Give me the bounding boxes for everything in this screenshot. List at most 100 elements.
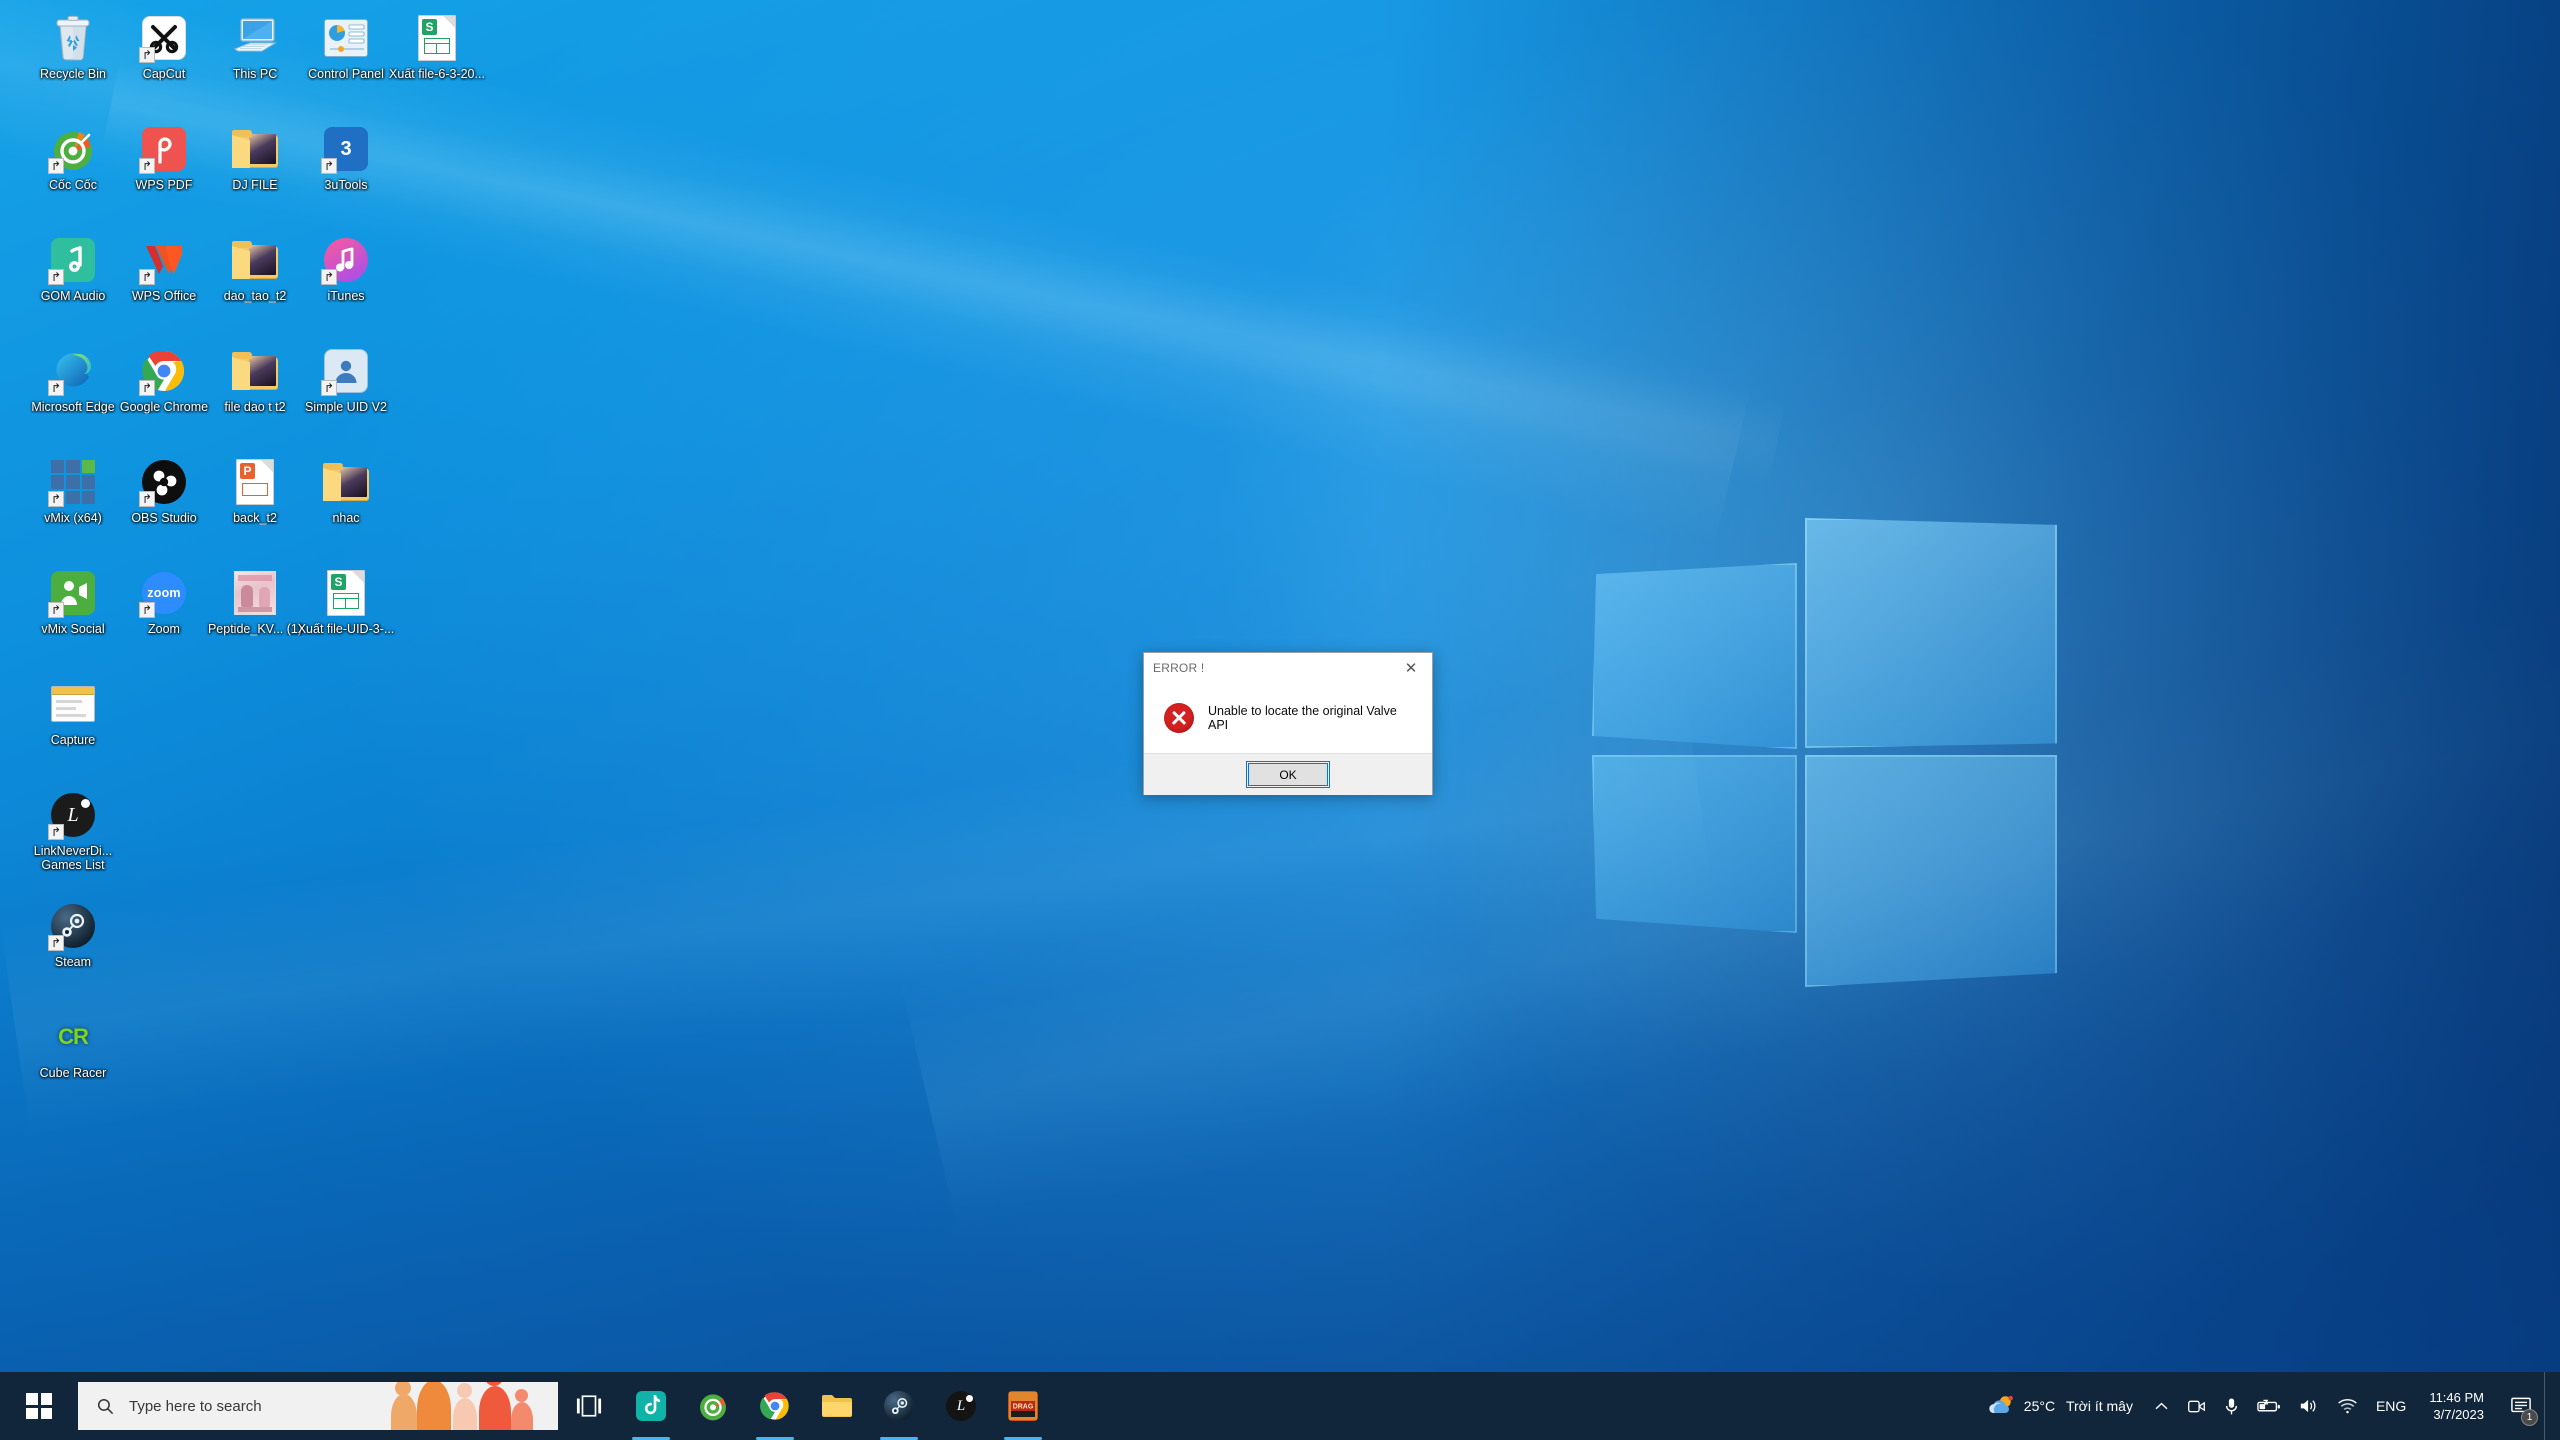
desktop-icon-label: 3uTools [289,178,403,192]
taskbar-button-linkneverdie[interactable]: L [930,1372,992,1440]
lnd-icon: L [945,1390,977,1422]
desktop-icon-folder-photo[interactable]: nhac [287,458,405,550]
folder-photo-icon [231,347,279,395]
desktop-icon-lnd[interactable]: L LinkNeverDi... Games List [14,791,132,883]
microphone-icon[interactable] [2215,1372,2248,1440]
wifi-icon[interactable] [2328,1372,2367,1440]
show-hidden-icons-button[interactable] [2145,1372,2178,1440]
windows-start-icon [26,1393,52,1419]
desktop-icon-simple-uid[interactable]: Simple UID V2 [287,347,405,439]
shortcut-arrow-icon [48,602,64,618]
sheets-file-icon: S [413,14,461,62]
capture-icon [49,680,97,728]
folder-icon [821,1390,853,1422]
volume-glyph [2299,1397,2319,1415]
weather-condition: Trời ít mây [2066,1398,2133,1414]
error-x-icon [1164,703,1194,733]
lnd-icon: L [49,791,97,839]
coccoc-icon [697,1390,729,1422]
vmix-icon [49,458,97,506]
desktop-icon-sheets-file[interactable]: S Xuất file-6-3-20... [378,14,496,106]
taskbar-button-file-explorer[interactable] [806,1372,868,1440]
chrome-icon [140,347,188,395]
desktop-icon-3utools[interactable]: 33uTools [287,125,405,217]
desktop-icon-label: Xuất file-UID-3-... [289,622,403,636]
desktop-icon-label: Simple UID V2 [289,400,403,414]
battery-icon[interactable] [2248,1372,2290,1440]
desktop-icon-capture[interactable]: Capture [14,680,132,772]
wallpaper-shade [0,835,2560,1440]
desktop-icon-steam[interactable]: Steam [14,902,132,994]
coccoc-icon [49,125,97,173]
chevron-up-icon [2154,1401,2169,1412]
weather-temperature: 25°C [2024,1398,2055,1414]
simple-uid-icon [322,347,370,395]
taskbar-button-drag-finish[interactable]: DRAG [992,1372,1054,1440]
peptide-img-icon [231,569,279,617]
clock-widget[interactable]: 11:46 PM 3/7/2023 [2415,1372,2498,1440]
windows-logo-watermark [1592,508,2062,988]
wps-office-icon [140,236,188,284]
desktop-icon-label: Steam [16,955,130,969]
ppt-file-icon: P [231,458,279,506]
search-icon [96,1397,115,1416]
start-button[interactable] [0,1372,78,1440]
chrome-icon [759,1390,791,1422]
shortcut-arrow-icon [48,269,64,285]
battery-glyph [2257,1399,2281,1414]
show-desktop-button[interactable] [2544,1372,2554,1440]
error-dialog[interactable]: ERROR ! ✕ Unable to locate the original … [1143,652,1433,795]
dialog-titlebar[interactable]: ERROR ! ✕ [1144,653,1432,683]
desktop-icon-cube-racer[interactable]: CRCube Racer [14,1013,132,1105]
shortcut-arrow-icon [48,158,64,174]
shortcut-arrow-icon [321,380,337,396]
taskbar-button-coccoc[interactable] [682,1372,744,1440]
camera-icon[interactable] [2178,1372,2215,1440]
taskbar-button-steam[interactable] [868,1372,930,1440]
desktop-icon-label: Capture [16,733,130,747]
recycle-bin-icon [49,14,97,62]
desktop-icon-itunes[interactable]: iTunes [287,236,405,328]
shortcut-arrow-icon [139,158,155,174]
ok-button[interactable]: OK [1248,763,1328,786]
shortcut-arrow-icon [48,935,64,951]
desktop-icon-label: Xuất file-6-3-20... [380,67,494,81]
taskbar-button-task-view[interactable] [558,1372,620,1440]
itunes-icon [322,236,370,284]
action-center-button[interactable]: 1 [2498,1372,2544,1440]
obs-icon [140,458,188,506]
desktop-icon-sheets-file[interactable]: S Xuất file-UID-3-... [287,569,405,661]
this-pc-icon [231,14,279,62]
shortcut-arrow-icon [139,602,155,618]
desktop-icon-label: Cube Racer [16,1066,130,1080]
shortcut-arrow-icon [139,491,155,507]
system-tray: 25°C Trời ít mây [1971,1372,2560,1440]
racing-icon: DRAG [1007,1390,1039,1422]
desktop-icon-label: nhac [289,511,403,525]
search-placeholder: Type here to search [129,1398,262,1415]
dialog-title: ERROR ! [1153,661,1204,675]
volume-icon[interactable] [2290,1372,2328,1440]
clock-time: 11:46 PM [2429,1389,2484,1406]
gom-audio-icon [49,236,97,284]
taskbar-buttons: L DRAG [558,1372,1054,1440]
steam-icon [883,1390,915,1422]
dialog-footer: OK [1144,753,1432,795]
weather-widget[interactable]: 25°C Trời ít mây [1971,1372,2145,1440]
shortcut-arrow-icon [139,269,155,285]
language-indicator[interactable]: ENG [2367,1372,2415,1440]
task-view-icon [573,1390,605,1422]
taskbar-button-chrome[interactable] [744,1372,806,1440]
folder-photo-icon [322,458,370,506]
control-panel-icon [322,14,370,62]
shortcut-arrow-icon [139,47,155,63]
shortcut-arrow-icon [48,380,64,396]
mic-glyph [2224,1397,2239,1416]
language-label: ENG [2376,1398,2406,1414]
folder-photo-icon [231,125,279,173]
taskbar-button-tiktok[interactable] [620,1372,682,1440]
shortcut-arrow-icon [139,380,155,396]
logo-pane [1805,755,2057,987]
search-input[interactable]: Type here to search [78,1382,558,1430]
close-icon[interactable]: ✕ [1390,654,1432,683]
